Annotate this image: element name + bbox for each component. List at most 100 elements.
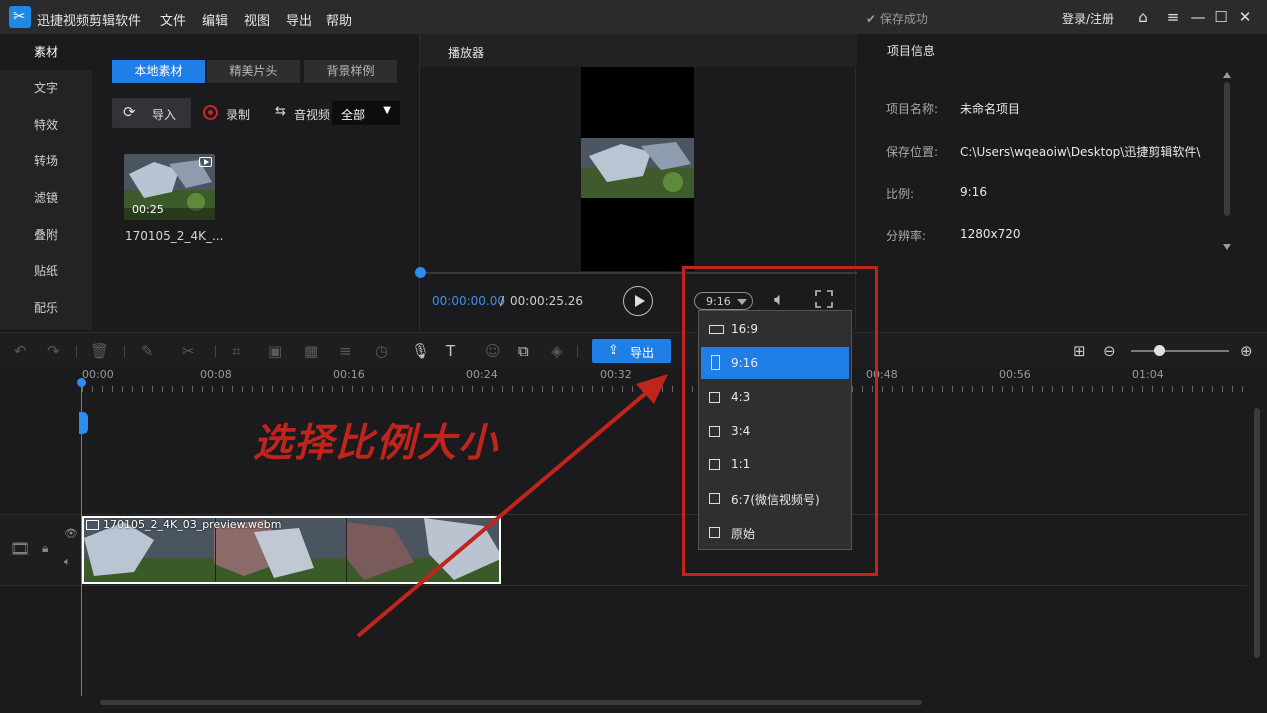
menu-icon[interactable]: ≡ [1163, 6, 1183, 28]
ruler-label: 00:56 [999, 368, 1031, 381]
play-button[interactable] [623, 286, 653, 316]
info-value-resolution: 1280x720 [960, 227, 1021, 241]
nav-materials[interactable]: 素材 [0, 34, 92, 70]
nav-music[interactable]: 配乐 [0, 290, 92, 326]
landscape-icon [709, 392, 720, 403]
speaker-icon[interactable]: 🔈︎ [64, 555, 71, 569]
ratio-option-3-4[interactable]: 3:4 [701, 415, 849, 447]
minimize-icon[interactable]: — [1188, 6, 1208, 28]
ratio-option-label: 4:3 [731, 390, 751, 404]
split-icon[interactable]: ✂ [182, 342, 195, 360]
info-scrollbar[interactable] [1224, 82, 1230, 216]
info-value-ratio: 9:16 [960, 185, 987, 199]
video-type-icon [199, 157, 212, 167]
app-logo-icon [9, 6, 31, 28]
export-label: 导出 [630, 346, 655, 360]
swap-icon[interactable]: ⇆ [275, 104, 286, 119]
media-panel: 本地素材 精美片头 背景样例 ⟳ 导入 录制 ⇆ 音视频 全部 ▼ 00:25 … [92, 34, 418, 330]
ratio-option-9-16[interactable]: 9:16 [701, 347, 849, 379]
scroll-down-icon[interactable] [1223, 244, 1231, 250]
speed-icon[interactable]: ◷ [375, 342, 388, 360]
playhead-marker[interactable] [77, 378, 86, 387]
info-label-ratio: 比例: [886, 187, 915, 201]
ratio-option-original[interactable]: 原始 [701, 516, 849, 548]
timeline: 00:00 00:08 00:16 00:24 00:32 00:48 00:5… [0, 368, 1267, 713]
timeline-toolbar: ↶ ↷ 🗑︎ ✎ ✂ ⌗ ▣ ▦ ≡ ◷ 🎙︎ T ☺ ⧉ ◈ ⇪ 导出 ⊞ ⊖… [0, 332, 1267, 368]
ratio-option-6-7[interactable]: 6:7(微信视频号) [701, 482, 849, 514]
current-time: 00:00:00.00 [432, 294, 505, 308]
portrait-icon [709, 426, 720, 437]
undo-icon[interactable]: ↶ [14, 342, 27, 360]
playhead-handle[interactable] [79, 412, 88, 434]
info-label-resolution: 分辨率: [886, 229, 927, 243]
divider [124, 345, 125, 357]
progress-handle[interactable] [415, 267, 426, 278]
keyframe-icon[interactable]: ◈ [551, 342, 563, 360]
home-icon[interactable]: ⌂ [1133, 6, 1153, 28]
crop-icon[interactable]: ⌗ [232, 342, 240, 360]
menu-export[interactable]: 导出 [286, 10, 312, 29]
video-frame [581, 138, 694, 198]
ruler-label: 00:32 [600, 368, 632, 381]
nav-effects[interactable]: 特效 [0, 107, 92, 143]
divider [76, 345, 77, 357]
info-value-path: C:\Users\wqeaoiw\Desktop\迅捷剪辑软件\ [960, 145, 1201, 159]
ratio-option-label: 原始 [731, 527, 756, 541]
frame-icon[interactable]: ▣ [268, 342, 282, 360]
timeline-vertical-scrollbar[interactable] [1254, 408, 1260, 658]
thumbnail-duration: 00:25 [132, 203, 164, 216]
total-time: 00:00:25.26 [510, 294, 583, 308]
close-icon[interactable]: ✕ [1235, 6, 1255, 28]
app-title: 迅捷视频剪辑软件 [37, 14, 142, 29]
menu-edit[interactable]: 编辑 [202, 10, 228, 29]
menu-file[interactable]: 文件 [160, 10, 186, 29]
edit-icon[interactable]: ✎ [141, 342, 154, 360]
zoom-in-icon[interactable]: ⊕ [1240, 342, 1253, 360]
av-label[interactable]: 音视频 [294, 106, 330, 123]
zoom-slider-handle[interactable] [1154, 345, 1165, 356]
export-icon: ⇪ [608, 343, 619, 358]
nav-filters[interactable]: 滤镜 [0, 180, 92, 216]
nav-stickers[interactable]: 贴纸 [0, 253, 92, 289]
copy-icon[interactable]: ⧉ [518, 342, 529, 360]
person-icon[interactable]: ☺ [485, 342, 501, 360]
filter-select[interactable]: 全部 ▼ [332, 101, 400, 125]
login-link[interactable]: 登录/注册 [1062, 10, 1114, 27]
maximize-icon[interactable]: ☐ [1211, 6, 1231, 28]
timeline-horizontal-scrollbar[interactable] [100, 700, 922, 705]
nav-overlays[interactable]: 叠附 [0, 217, 92, 253]
record-icon[interactable] [203, 105, 218, 120]
menu-view[interactable]: 视图 [244, 10, 270, 29]
import-button[interactable]: ⟳ 导入 [112, 98, 191, 128]
ratio-option-4-3[interactable]: 4:3 [701, 381, 849, 413]
delete-icon[interactable]: 🗑︎ [90, 342, 109, 360]
zoom-out-icon[interactable]: ⊖ [1103, 342, 1116, 360]
annotation-text: 选择比例大小 [253, 421, 500, 466]
menu-help[interactable]: 帮助 [326, 10, 352, 29]
export-button[interactable]: ⇪ 导出 [592, 339, 671, 363]
redo-icon[interactable]: ↷ [47, 342, 60, 360]
scroll-up-icon[interactable] [1223, 72, 1231, 78]
ratio-menu: 16:9 9:16 4:3 3:4 1:1 6:7(微信视频号) 原始 [698, 310, 852, 550]
info-label-path: 保存位置: [886, 145, 939, 159]
eye-icon[interactable]: 👁︎ [64, 527, 78, 540]
audio-wave-icon[interactable]: ≡ [339, 342, 352, 360]
ratio-option-16-9[interactable]: 16:9 [701, 313, 849, 345]
record-label[interactable]: 录制 [226, 106, 250, 123]
microphone-icon[interactable]: 🎙︎ [411, 342, 430, 360]
time-ruler[interactable] [82, 386, 1247, 392]
lock-icon[interactable]: 🔒︎ [42, 541, 48, 556]
project-info-panel: 项目信息 项目名称: 未命名项目 保存位置: C:\Users\wqeaoiw\… [857, 34, 1267, 330]
mosaic-icon[interactable]: ▦ [304, 342, 318, 360]
text-tool-icon[interactable]: T [446, 342, 455, 360]
tab-local-media[interactable]: 本地素材 [112, 60, 205, 83]
tab-intros[interactable]: 精美片头 [207, 60, 300, 83]
fit-icon[interactable]: ⊞ [1073, 342, 1086, 360]
nav-transitions[interactable]: 转场 [0, 143, 92, 179]
clip-video-icon [86, 520, 99, 530]
ratio-option-1-1[interactable]: 1:1 [701, 448, 849, 480]
nav-text[interactable]: 文字 [0, 70, 92, 106]
ruler-label: 00:24 [466, 368, 498, 381]
tab-backgrounds[interactable]: 背景样例 [304, 60, 397, 83]
zoom-slider[interactable] [1131, 350, 1229, 352]
